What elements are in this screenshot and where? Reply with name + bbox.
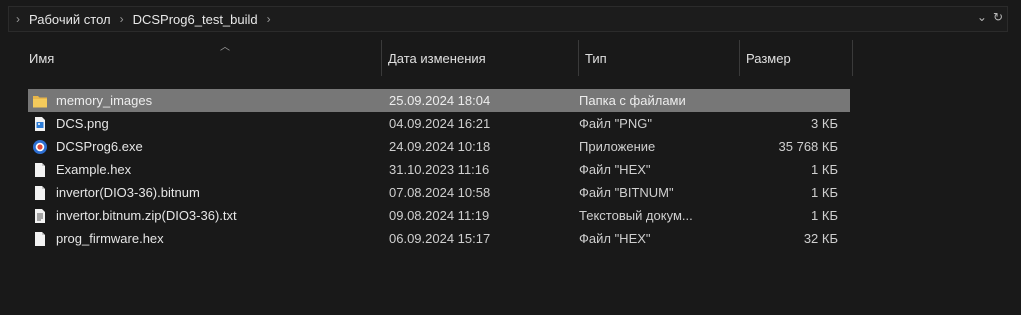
file-explorer-window: › Рабочий стол › DCSProg6_test_build › ⌄… bbox=[0, 0, 1021, 315]
sort-ascending-icon: ︿ bbox=[220, 42, 230, 53]
text-file-icon bbox=[32, 208, 48, 224]
chevron-right-icon[interactable]: › bbox=[16, 12, 20, 26]
file-type: Приложение bbox=[579, 139, 656, 154]
file-type: Текстовый докум... bbox=[579, 208, 693, 223]
file-name: memory_images bbox=[56, 93, 153, 108]
file-size: 3 КБ bbox=[811, 116, 838, 131]
chevron-right-icon[interactable]: › bbox=[120, 12, 124, 26]
image-file-icon bbox=[32, 116, 48, 132]
column-header-date-label: Дата изменения bbox=[388, 50, 486, 66]
file-type: Файл "BITNUM" bbox=[579, 185, 674, 200]
column-header-name-label: Имя bbox=[29, 50, 55, 66]
file-row[interactable]: DCS.png 04.09.2024 16:21 Файл "PNG" 3 КБ bbox=[28, 112, 850, 135]
file-size: 1 КБ bbox=[811, 208, 838, 223]
file-name-cell[interactable]: memory_images bbox=[32, 89, 152, 112]
file-name: DCS.png bbox=[56, 116, 109, 131]
column-header-size-label: Размер bbox=[746, 50, 791, 66]
file-row[interactable]: Example.hex 31.10.2023 11:16 Файл "HEX" 1 К… bbox=[28, 158, 850, 181]
file-size: 1 КБ bbox=[811, 162, 838, 177]
file-list: memory_images 25.09.2024 18:04 Папка с фай… bbox=[28, 89, 850, 250]
file-type: Файл "PNG" bbox=[579, 116, 652, 131]
file-row[interactable]: prog_firmware.hex 06.09.2024 15:17 Файл "H… bbox=[28, 227, 850, 250]
column-header-name[interactable]: Имя bbox=[23, 40, 381, 76]
file-row[interactable]: memory_images 25.09.2024 18:04 Папка с фай… bbox=[28, 89, 850, 112]
file-row[interactable]: invertor.bitnum.zip(DIO3-36).txt 09.08.20… bbox=[28, 204, 850, 227]
file-icon bbox=[32, 185, 48, 201]
file-name-cell[interactable]: invertor.bitnum.zip(DIO3-36).txt bbox=[32, 204, 237, 227]
column-header-type[interactable]: Тип bbox=[579, 40, 739, 76]
file-type: Файл "HEX" bbox=[579, 162, 651, 177]
file-name-cell[interactable]: Example.hex bbox=[32, 158, 131, 181]
chevron-right-icon[interactable]: › bbox=[267, 12, 271, 26]
refresh-icon[interactable]: ↻ bbox=[993, 10, 1003, 24]
column-header-size[interactable]: Размер bbox=[740, 40, 852, 76]
file-size: 1 КБ bbox=[811, 185, 838, 200]
breadcrumb-current-folder[interactable]: DCSProg6_test_build bbox=[133, 12, 258, 27]
file-date: 04.09.2024 16:21 bbox=[389, 116, 491, 131]
file-row[interactable]: DCSProg6.exe 24.09.2024 10:18 Приложение 35… bbox=[28, 135, 850, 158]
address-bar[interactable]: › Рабочий стол › DCSProg6_test_build › ⌄… bbox=[8, 6, 1008, 32]
file-row[interactable]: invertor(DIO3-36).bitnum 07.08.2024 10:58… bbox=[28, 181, 850, 204]
file-icon bbox=[32, 231, 48, 247]
file-size: 35 768 КБ bbox=[778, 139, 838, 154]
file-date: 09.08.2024 11:19 bbox=[389, 208, 490, 223]
file-name: prog_firmware.hex bbox=[56, 231, 164, 246]
file-name-cell[interactable]: prog_firmware.hex bbox=[32, 227, 164, 250]
file-name-cell[interactable]: DCS.png bbox=[32, 112, 109, 135]
file-type: Файл "HEX" bbox=[579, 231, 651, 246]
file-size: 32 КБ bbox=[803, 231, 838, 246]
file-name-cell[interactable]: DCSProg6.exe bbox=[32, 135, 143, 158]
file-icon bbox=[32, 162, 48, 178]
file-name: invertor(DIO3-36).bitnum bbox=[56, 185, 200, 200]
file-name: Example.hex bbox=[56, 162, 132, 177]
folder-icon bbox=[32, 93, 48, 109]
file-date: 24.09.2024 10:18 bbox=[389, 139, 491, 154]
column-header-date[interactable]: Дата изменения bbox=[382, 40, 578, 76]
file-date: 06.09.2024 15:17 bbox=[389, 231, 491, 246]
file-date: 25.09.2024 18:04 bbox=[389, 93, 491, 108]
app-icon bbox=[32, 139, 48, 155]
column-divider[interactable] bbox=[852, 40, 853, 76]
column-headers: Имя ︿ Дата изменения Тип Размер bbox=[23, 40, 853, 76]
column-header-type-label: Тип bbox=[585, 50, 607, 66]
file-name: DCSProg6.exe bbox=[56, 139, 143, 154]
file-date: 31.10.2023 11:16 bbox=[389, 162, 490, 177]
chevron-down-icon[interactable]: ⌄ bbox=[977, 10, 987, 24]
file-date: 07.08.2024 10:58 bbox=[389, 185, 491, 200]
file-name-cell[interactable]: invertor(DIO3-36).bitnum bbox=[32, 181, 200, 204]
file-type: Папка с файлами bbox=[579, 93, 686, 108]
breadcrumb-desktop[interactable]: Рабочий стол bbox=[29, 12, 111, 27]
file-name: invertor.bitnum.zip(DIO3-36).txt bbox=[56, 208, 237, 223]
